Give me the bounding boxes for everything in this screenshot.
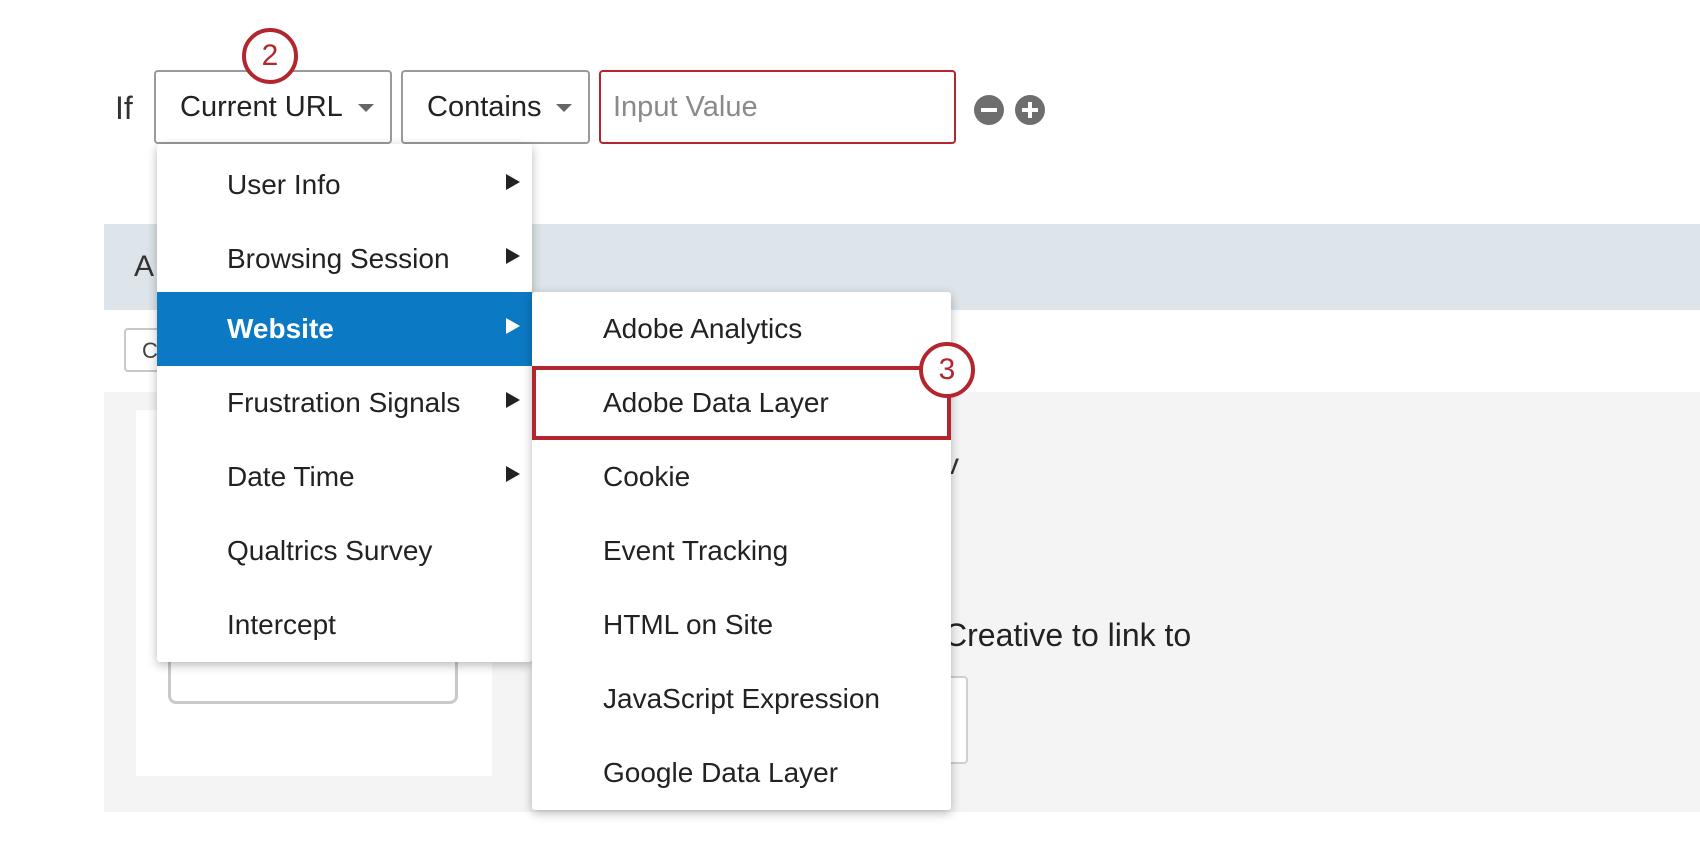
submenu-item-label: HTML on Site [603,609,774,640]
menu-item-date-time[interactable]: Date Time [157,440,532,514]
submenu-item-html-on-site[interactable]: HTML on Site [532,588,951,662]
menu-item-frustration-signals[interactable]: Frustration Signals [157,366,532,440]
step-callout-2: 2 [242,28,298,84]
website-submenu: Adobe Analytics Adobe Data Layer Cookie … [532,292,951,810]
step-callout-3: 3 [919,342,975,398]
submenu-item-label: JavaScript Expression [603,683,881,714]
menu-item-intercept[interactable]: Intercept [157,588,532,662]
operator-select-value: Contains [427,90,542,123]
submenu-item-label: Event Tracking [603,535,789,566]
submenu-item-event-tracking[interactable]: Event Tracking [532,514,951,588]
background-small-button-text: C [142,338,158,363]
field-dropdown-menu: User Info Browsing Session Website Frust… [157,144,532,662]
submenu-arrow-icon [506,248,520,264]
creative-link-label: Creative to link to [944,617,1192,653]
add-condition-icon[interactable] [1015,95,1045,125]
menu-item-website[interactable]: Website [157,292,532,366]
menu-item-label: Browsing Session [227,243,450,274]
submenu-item-adobe-analytics[interactable]: Adobe Analytics [532,292,951,366]
submenu-arrow-icon [506,318,520,334]
submenu-item-cookie[interactable]: Cookie [532,440,951,514]
menu-item-user-info[interactable]: User Info [157,148,532,222]
submenu-item-label: Google Data Layer [603,757,839,788]
menu-item-label: Frustration Signals [227,387,461,418]
submenu-item-javascript-expression[interactable]: JavaScript Expression [532,662,951,736]
menu-item-label: Qualtrics Survey [227,535,433,566]
remove-condition-icon[interactable] [974,95,1004,125]
step-callout-number: 3 [938,353,956,386]
submenu-item-label: Adobe Data Layer [603,387,829,418]
if-label: If [115,90,133,126]
menu-item-label: Website [227,313,334,344]
submenu-item-label: Cookie [603,461,691,492]
submenu-arrow-icon [506,392,520,408]
submenu-item-google-data-layer[interactable]: Google Data Layer [532,736,951,810]
step-callout-number: 2 [261,39,279,72]
field-select-value: Current URL [180,90,343,123]
chevron-down-icon [556,104,572,112]
submenu-arrow-icon [506,174,520,190]
menu-item-label: Intercept [227,609,336,640]
submenu-item-adobe-data-layer[interactable]: Adobe Data Layer [532,366,951,440]
submenu-arrow-icon [506,466,520,482]
section-header-text: A [134,250,155,283]
operator-select[interactable]: Contains [401,70,590,144]
menu-item-label: User Info [227,169,341,200]
menu-item-label: Date Time [227,461,355,492]
menu-item-qualtrics-survey[interactable]: Qualtrics Survey [157,514,532,588]
value-input[interactable] [599,70,956,144]
chevron-down-icon [358,104,374,112]
submenu-item-label: Adobe Analytics [603,313,803,344]
menu-item-browsing-session[interactable]: Browsing Session [157,222,532,296]
